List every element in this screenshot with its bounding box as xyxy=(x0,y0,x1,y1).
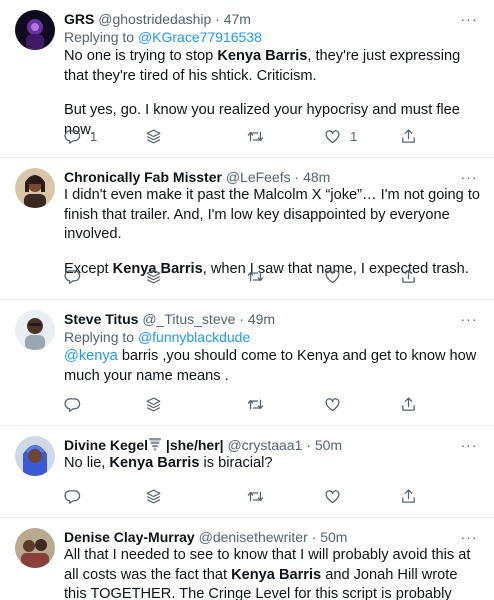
thread-stack-icon xyxy=(145,128,162,145)
like-button[interactable] xyxy=(324,486,341,506)
more-icon[interactable]: ··· xyxy=(460,436,478,454)
tornado-emoji-icon xyxy=(149,438,162,451)
reply-icon xyxy=(64,128,81,145)
display-name[interactable]: Chronically Fab Misster xyxy=(64,169,222,185)
retweet-button[interactable] xyxy=(247,126,264,146)
timestamp[interactable]: · 47m xyxy=(215,11,251,27)
action-bar: 1 1 xyxy=(64,126,424,146)
retweet-button[interactable] xyxy=(247,394,264,414)
reply-button[interactable] xyxy=(64,394,81,414)
tweet-text: No lie, Kenya Barris is biracial? xyxy=(64,455,273,471)
retweet-icon xyxy=(247,488,264,505)
share-icon xyxy=(400,268,417,285)
tweet[interactable]: Chronically Fab Misster @LeFeefs · 48m ·… xyxy=(0,158,494,300)
avatar[interactable] xyxy=(15,10,55,50)
retweet-icon xyxy=(247,128,264,145)
timestamp[interactable]: · 50m xyxy=(312,529,348,545)
avatar[interactable] xyxy=(15,310,55,350)
like-button[interactable] xyxy=(324,394,341,414)
thread-button[interactable] xyxy=(145,126,162,146)
like-icon xyxy=(324,488,341,505)
like-count: 1 xyxy=(350,128,358,144)
avatar[interactable] xyxy=(15,168,55,208)
tweet[interactable]: GRS @ghostridedaship · 47m ··· Replying … xyxy=(0,0,494,158)
user-handle[interactable]: @LeFeefs xyxy=(226,169,291,185)
reply-count: 1 xyxy=(90,128,98,144)
tweet-header: Steve Titus @_Titus_steve · 49m xyxy=(64,310,275,328)
more-icon[interactable]: ··· xyxy=(460,10,478,28)
timestamp[interactable]: · 49m xyxy=(239,311,275,327)
tweet[interactable]: Denise Clay-Murray @denisethewriter · 50… xyxy=(0,518,494,600)
user-handle[interactable]: @denisethewriter xyxy=(199,529,308,545)
more-icon[interactable]: ··· xyxy=(460,310,478,328)
display-name[interactable]: Steve Titus xyxy=(64,311,138,327)
action-bar xyxy=(64,394,424,414)
tweet[interactable]: Divine Kegel |she/her| @crystaaa1 · 50m … xyxy=(0,426,494,518)
thread-button[interactable] xyxy=(145,394,162,414)
tweet-header: Divine Kegel |she/her| @crystaaa1 · 50m xyxy=(64,436,342,454)
user-handle[interactable]: @_Titus_steve xyxy=(142,311,235,327)
more-icon[interactable]: ··· xyxy=(460,168,478,186)
display-name-suffix: |she/her| xyxy=(162,437,224,453)
reply-button[interactable] xyxy=(64,486,81,506)
like-icon xyxy=(324,268,341,285)
thread-button[interactable] xyxy=(145,266,162,286)
share-icon xyxy=(400,128,417,145)
reply-button[interactable] xyxy=(64,266,81,286)
reply-button[interactable]: 1 xyxy=(64,126,97,146)
share-button[interactable] xyxy=(400,394,417,414)
timestamp[interactable]: · 48m xyxy=(295,169,331,185)
display-name[interactable]: GRS xyxy=(64,11,94,27)
like-button[interactable] xyxy=(324,266,341,286)
like-button[interactable]: 1 xyxy=(324,126,357,146)
replying-to: Replying to @KGrace77916538 xyxy=(64,29,262,45)
action-bar xyxy=(64,486,424,506)
thread-stack-icon xyxy=(145,488,162,505)
share-button[interactable] xyxy=(400,486,417,506)
action-bar xyxy=(64,266,424,286)
timestamp[interactable]: · 50m xyxy=(306,437,342,453)
retweet-icon xyxy=(247,396,264,413)
tweet-header: Chronically Fab Misster @LeFeefs · 48m xyxy=(64,168,330,186)
like-icon xyxy=(324,128,341,145)
retweet-button[interactable] xyxy=(247,486,264,506)
tweet-text: @kenya barris ,you should come to Kenya … xyxy=(64,348,477,384)
replying-to-link[interactable]: @funnyblackdude xyxy=(138,329,250,345)
thread-button[interactable] xyxy=(145,486,162,506)
tweet[interactable]: Steve Titus @_Titus_steve · 49m ··· Repl… xyxy=(0,300,494,426)
thread-stack-icon xyxy=(145,396,162,413)
share-icon xyxy=(400,488,417,505)
reply-icon xyxy=(64,396,81,413)
like-icon xyxy=(324,396,341,413)
share-button[interactable] xyxy=(400,126,417,146)
avatar[interactable] xyxy=(15,528,55,568)
tweet-header: GRS @ghostridedaship · 47m xyxy=(64,10,251,28)
tweet-header: Denise Clay-Murray @denisethewriter · 50… xyxy=(64,528,347,546)
mention-link[interactable]: @kenya xyxy=(64,348,118,364)
retweet-button[interactable] xyxy=(247,266,264,286)
user-handle[interactable]: @ghostridedaship xyxy=(98,11,211,27)
display-name[interactable]: Divine Kegel xyxy=(64,437,148,453)
share-icon xyxy=(400,396,417,413)
thread-stack-icon xyxy=(145,268,162,285)
reply-icon xyxy=(64,268,81,285)
display-name[interactable]: Denise Clay-Murray xyxy=(64,529,195,545)
replying-to-link[interactable]: @KGrace77916538 xyxy=(138,29,262,45)
retweet-icon xyxy=(247,268,264,285)
avatar[interactable] xyxy=(15,436,55,476)
user-handle[interactable]: @crystaaa1 xyxy=(227,437,302,453)
tweet-text: All that I needed to see to know that I … xyxy=(64,547,471,600)
share-button[interactable] xyxy=(400,266,417,286)
reply-icon xyxy=(64,488,81,505)
more-icon[interactable]: ··· xyxy=(460,528,478,546)
replying-to: Replying to @funnyblackdude xyxy=(64,329,251,345)
